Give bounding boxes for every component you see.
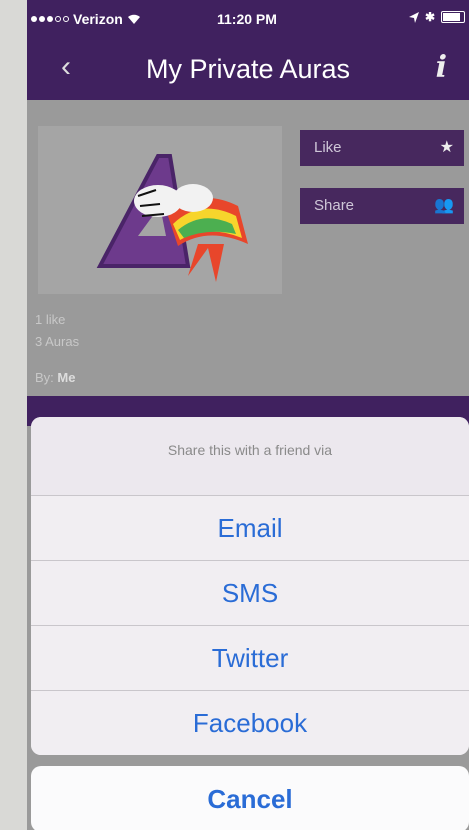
- page-title: My Private Auras: [145, 54, 351, 84]
- info-icon[interactable]: i: [436, 50, 447, 85]
- author-line: By: Me: [35, 370, 75, 385]
- share-sheet-title: Share this with a friend via: [31, 417, 469, 496]
- signal-dots-icon: [31, 16, 69, 22]
- likes-count: 1 like: [35, 312, 66, 327]
- aura-thumbnail[interactable]: [38, 126, 282, 294]
- aura-content: Like ★ Share 👥 1 like 3 Auras By: Me: [27, 100, 469, 426]
- status-time: 11:20 PM: [217, 11, 277, 27]
- status-bar: Verizon 11:20 PM ✱: [27, 0, 469, 38]
- status-right-icons: ✱: [408, 10, 465, 24]
- bluetooth-icon: ✱: [424, 10, 435, 24]
- star-icon: ★: [439, 139, 454, 156]
- author-label: By:: [35, 370, 54, 385]
- like-button-label: Like: [314, 139, 342, 156]
- aura-logo-image: [96, 154, 248, 282]
- share-option-email[interactable]: Email: [31, 496, 469, 561]
- cancel-button[interactable]: Cancel: [31, 766, 469, 830]
- share-options-group: Share this with a friend via Email SMS T…: [31, 417, 469, 755]
- share-action-sheet: Share this with a friend via Email SMS T…: [31, 417, 469, 830]
- share-button[interactable]: Share 👥: [300, 188, 464, 224]
- like-button[interactable]: Like ★: [300, 130, 464, 166]
- nav-bar: ‹ My Private Auras i: [27, 38, 469, 100]
- share-option-facebook[interactable]: Facebook: [31, 691, 469, 755]
- wifi-icon: [127, 14, 140, 24]
- phone-screen: Verizon 11:20 PM ✱ ‹ My Private Auras i: [27, 0, 469, 830]
- carrier-info: Verizon: [31, 11, 141, 27]
- auras-count: 3 Auras: [35, 334, 80, 349]
- author-name: Me: [57, 370, 76, 385]
- share-option-twitter[interactable]: Twitter: [31, 626, 469, 691]
- location-icon: [408, 11, 419, 23]
- people-icon: 👥: [434, 197, 454, 214]
- share-button-label: Share: [314, 197, 355, 214]
- battery-icon: [441, 11, 465, 23]
- share-option-sms[interactable]: SMS: [31, 561, 469, 626]
- carrier-name: Verizon: [73, 11, 123, 27]
